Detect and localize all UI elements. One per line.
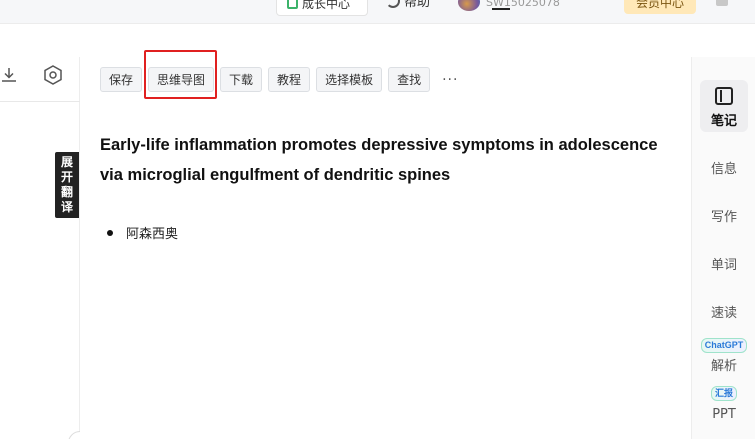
chatgpt-badge: ChatGPT	[700, 338, 748, 353]
more-options-icon[interactable]: ···	[436, 72, 458, 88]
save-button[interactable]: 保存	[100, 67, 143, 92]
paper-title-line: via microglial engulfment of dendritic s…	[100, 166, 451, 184]
bullet-list: 阿森西奥	[107, 223, 178, 242]
bullet-dot	[107, 229, 113, 236]
report-badge: 汇报	[710, 386, 737, 401]
growth-icon	[287, 0, 298, 9]
avatar	[458, 0, 480, 11]
expand-translate-char: 译	[60, 200, 73, 214]
expand-translate-char: 展	[60, 155, 73, 169]
sidebar-item-label: 信息	[710, 162, 737, 177]
tutorial-button[interactable]: 教程	[268, 67, 311, 92]
sidebar-item-label: 解析	[710, 359, 737, 374]
expand-translate-char: 翻	[60, 185, 73, 199]
growth-center-button[interactable]: 成长中心	[276, 0, 368, 16]
find-button[interactable]: 查找	[388, 67, 431, 92]
left-panel-divider	[0, 101, 80, 102]
download-button[interactable]: 下载	[220, 67, 263, 92]
expand-translate-char: 开	[60, 170, 73, 184]
headset-icon	[386, 0, 400, 8]
download-icon[interactable]	[0, 66, 18, 84]
member-center-button[interactable]: 会员中心	[624, 0, 696, 14]
sidebar-item-words[interactable]: 单词	[692, 254, 755, 273]
sidebar-item-notes[interactable]: 笔记	[700, 80, 748, 132]
sidebar-item-label: 写作	[710, 210, 737, 225]
user-menu[interactable]: SW15025078	[458, 0, 608, 12]
sidebar-item-analyze[interactable]: ChatGPT 解析	[692, 333, 755, 374]
editor-toolbar: 保存 思维导图 下载 教程 选择模板 查找 ···	[100, 67, 458, 92]
expand-translate-button[interactable]: 展 开 翻 译	[55, 152, 79, 218]
paper-title[interactable]: Early-life inflammation promotes depress…	[100, 130, 680, 190]
left-panel: 展 开 翻 译	[0, 57, 80, 439]
sidebar-item-label: 笔记	[710, 114, 737, 129]
notes-icon	[715, 87, 733, 105]
settings-icon[interactable]	[42, 64, 64, 86]
help-label: 帮助	[404, 0, 431, 10]
sidebar-item-speed-read[interactable]: 速读	[692, 302, 755, 321]
note-editor: 保存 思维导图 下载 教程 选择模板 查找 ··· Early-life inf…	[80, 57, 691, 439]
list-item[interactable]: 阿森西奥	[107, 223, 178, 242]
bell-icon[interactable]	[716, 0, 728, 6]
mindmap-button[interactable]: 思维导图	[148, 67, 215, 92]
sidebar-item-label: 速读	[710, 306, 737, 321]
sidebar-item-ppt[interactable]: 汇报 PPT	[692, 381, 755, 422]
paper-title-line: Early-life inflammation promotes depress…	[100, 136, 658, 154]
user-underline	[492, 8, 510, 10]
growth-center-label: 成长中心	[302, 0, 351, 11]
list-item-text: 阿森西奥	[126, 227, 179, 242]
top-bar: 成长中心 帮助 SW15025078 会员中心	[0, 0, 755, 24]
sidebar-item-info[interactable]: 信息	[692, 158, 755, 177]
help-link[interactable]: 帮助	[386, 0, 430, 10]
right-sidebar: 笔记 信息 写作 单词 速读 ChatGPT 解析 汇报 PPT	[691, 57, 755, 439]
sidebar-item-label: 单词	[710, 258, 737, 273]
choose-template-button[interactable]: 选择模板	[316, 67, 383, 92]
sidebar-item-write[interactable]: 写作	[692, 206, 755, 225]
sidebar-item-label: PPT	[712, 407, 736, 422]
member-center-label: 会员中心	[635, 0, 684, 10]
